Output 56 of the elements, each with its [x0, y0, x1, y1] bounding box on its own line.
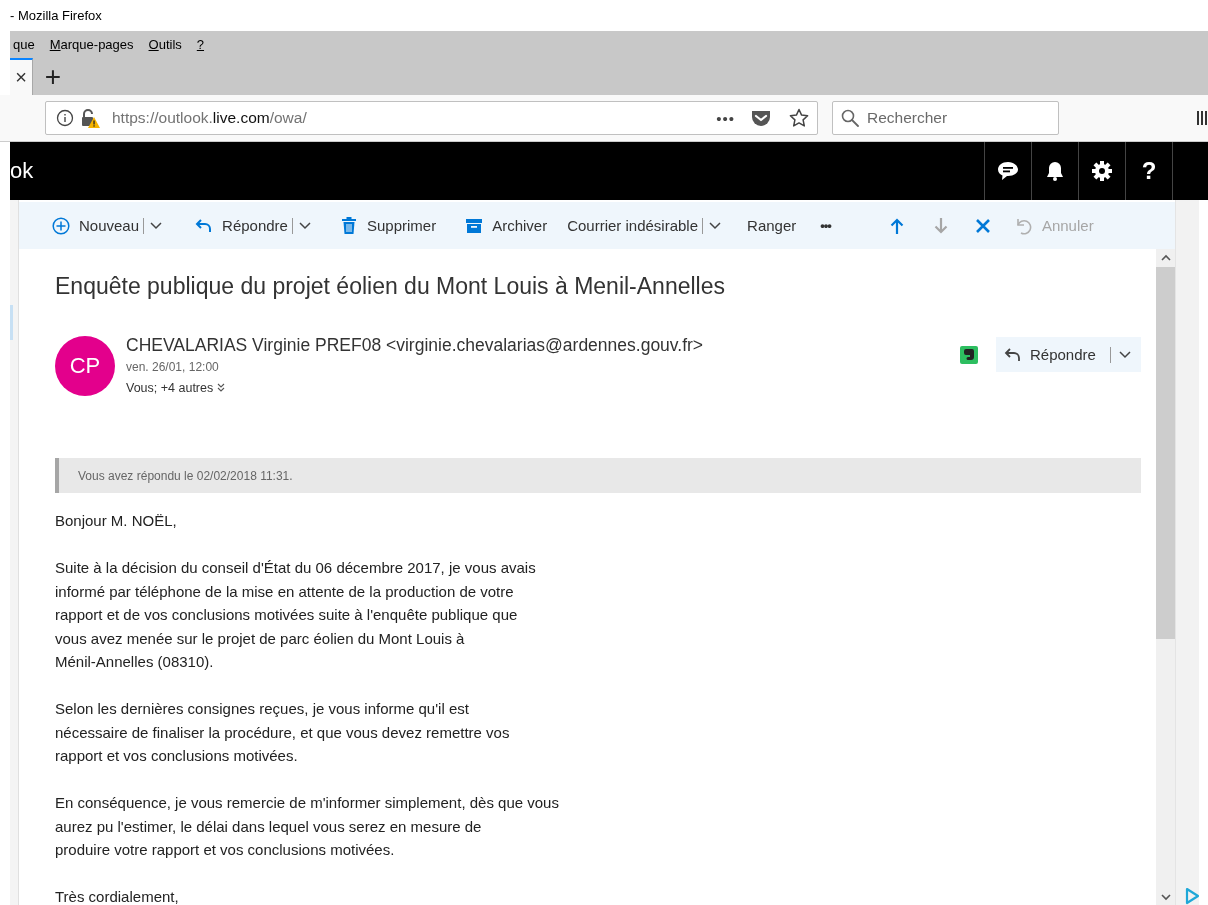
- search-icon: [841, 109, 859, 127]
- chat-icon[interactable]: [996, 160, 1020, 182]
- play-triangle-icon: [1185, 887, 1199, 905]
- body-paragraph: Selon les dernières consignes reçues, je vous informe qu'il est nécessaire de finaliser la procédure, et que vous devez remettre vos rapport et vos conclusions motivées.: [55, 699, 511, 766]
- help-button[interactable]: ?: [1125, 142, 1173, 200]
- menu-item[interactable]: Marque-pages: [46, 37, 137, 52]
- search-field[interactable]: Rechercher: [832, 101, 1059, 135]
- lock-warning-icon: [80, 108, 100, 128]
- close-icon: [973, 216, 992, 235]
- split-button[interactable]: Nouveau: [52, 216, 163, 235]
- chevron-down-icon: [709, 221, 722, 230]
- body-paragraph: Très cordialement,: [55, 887, 180, 905]
- tab-close-button[interactable]: ×: [10, 58, 33, 95]
- star-icon[interactable]: [789, 108, 809, 128]
- new-tab-button[interactable]: +: [33, 58, 73, 95]
- replied-notice: Vous avez répondu le 02/02/2018 11:31.: [55, 458, 1141, 493]
- menu-item[interactable]: ?: [193, 37, 208, 52]
- close-button[interactable]: [973, 216, 992, 235]
- address-bar[interactable]: https://outlook.live.com/owa/ •••: [45, 101, 818, 135]
- reply-button[interactable]: Répondre: [996, 337, 1141, 372]
- trash-icon: [339, 216, 358, 235]
- split-button[interactable]: Courrier indésirable: [567, 217, 722, 234]
- scrollbar[interactable]: [1156, 249, 1175, 905]
- search-input[interactable]: Rechercher: [867, 109, 1037, 127]
- sender-name: CHEVALARIAS Virginie PREF08 <virginie.chevalarias@ardennes.gouv.fr>: [126, 334, 704, 356]
- double-chevron-icon[interactable]: [217, 383, 226, 393]
- undo-icon: [1014, 216, 1033, 235]
- chevron-down-icon: [298, 221, 311, 230]
- app-title: ok: [10, 158, 34, 184]
- reply-icon: [195, 216, 214, 235]
- chevron-down-icon: [150, 221, 163, 230]
- pocket-icon[interactable]: [751, 109, 771, 127]
- page-actions-button[interactable]: •••: [716, 109, 735, 127]
- settings-icon[interactable]: [1091, 160, 1113, 182]
- body-paragraph: Suite à la décision du conseil d'État du 06 décembre 2017, je vous avais informé par téléphone de la mise en attente de la production de votre rapport et de vos conclusions motivées suite à l'enquête publique que vous avez menée sur le projet de parc éolien du Mont Louis à Ménil-Annelles (08310).: [55, 558, 537, 672]
- more-button[interactable]: •••: [820, 218, 831, 233]
- archive-icon: [465, 216, 484, 235]
- body-paragraph: Bonjour M. NOËL,: [55, 511, 178, 531]
- plus-circle-icon: [52, 216, 70, 235]
- menu-item[interactable]: que: [10, 37, 38, 52]
- message-subject: Enquête publique du projet éolien du Mont Louis à Menil-Annelles: [55, 273, 726, 301]
- info-icon: [56, 109, 74, 127]
- recipients-link[interactable]: Vous; +4 autres: [126, 381, 214, 395]
- toolbar-button[interactable]: Ranger: [747, 217, 797, 234]
- message-date: ven. 26/01, 12:00: [126, 360, 220, 374]
- avatar: CP: [55, 336, 115, 396]
- bell-icon[interactable]: [1045, 160, 1065, 182]
- reply-icon: [1004, 346, 1022, 363]
- toolbar-button[interactable]: Supprimer: [339, 216, 437, 235]
- chevron-down-icon: [1118, 350, 1131, 359]
- body-paragraph: En conséquence, je vous remercie de m'informer simplement, dès que vous aurez pu l'estimer, le délai dans lequel vous serez en mesure de produire votre rapport et vos conclusions motivées.: [55, 793, 560, 860]
- toolbar-button[interactable]: Archiver: [465, 216, 548, 235]
- window-title: - Mozilla Firefox: [10, 8, 102, 23]
- split-button[interactable]: Répondre: [195, 216, 311, 235]
- url-text: https://outlook.live.com/owa/: [112, 109, 308, 127]
- menu-item[interactable]: Outils: [145, 37, 185, 52]
